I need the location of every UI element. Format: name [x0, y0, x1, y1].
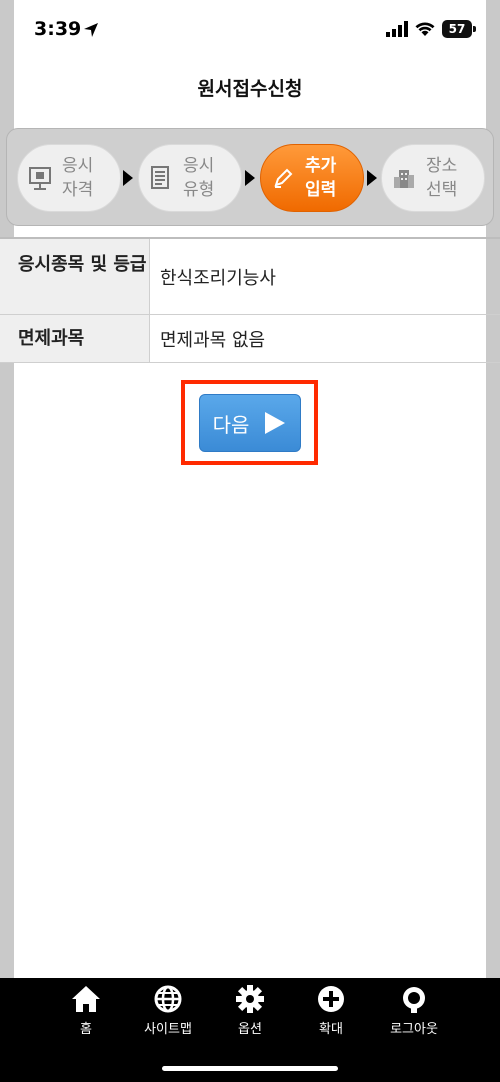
step-additional-input[interactable]: 추가 입력	[260, 144, 364, 212]
home-icon	[72, 986, 100, 1012]
next-button-label: 다음	[212, 412, 250, 437]
nav-home[interactable]: 홈	[41, 984, 131, 1037]
document-icon	[151, 166, 169, 189]
page-title: 원서접수신청	[197, 78, 303, 100]
presentation-icon	[29, 167, 51, 190]
wifi-icon	[415, 22, 435, 36]
step-label-line2: 선택	[426, 180, 458, 200]
step-progress: 응시 자격 응시 유형 추가 입력 장소 선택	[6, 128, 494, 226]
globe-icon	[154, 985, 182, 1013]
table-row: 응시종목 및 등급 한식조리기능사	[0, 239, 500, 315]
step-label-line2: 입력	[305, 180, 337, 200]
table-value-cell: 면제과목 없음	[160, 329, 266, 351]
next-button[interactable]: 다음	[199, 394, 301, 452]
table-header-cell: 면제과목	[0, 315, 150, 362]
step-label-line1: 추가	[305, 156, 337, 176]
nav-zoom[interactable]: 확대	[286, 984, 376, 1037]
nav-label: 로그아웃	[390, 1022, 438, 1037]
nav-logout[interactable]: 로그아웃	[369, 984, 459, 1037]
pencil-icon	[274, 168, 293, 188]
nav-label: 사이트맵	[144, 1022, 192, 1037]
battery-icon: 57	[442, 20, 476, 38]
nav-label: 홈	[80, 1022, 92, 1037]
table-row: 면제과목 면제과목 없음	[0, 315, 500, 363]
step-label-line1: 응시	[183, 156, 215, 176]
nav-sitemap[interactable]: 사이트맵	[123, 984, 213, 1037]
signal-icon	[386, 21, 408, 37]
status-bar: 3:39 57	[0, 0, 500, 64]
nav-label: 옵션	[238, 1022, 262, 1037]
table-value-cell: 한식조리기능사	[160, 267, 276, 289]
step-arrow-icon	[367, 170, 377, 186]
building-icon	[394, 170, 414, 188]
step-label-line2: 유형	[183, 180, 215, 200]
home-indicator[interactable]	[162, 1066, 338, 1071]
step-location[interactable]: 장소 선택	[381, 144, 485, 212]
step-arrow-icon	[123, 170, 133, 186]
nav-options[interactable]: 옵션	[205, 984, 295, 1037]
status-time: 3:39	[34, 18, 82, 40]
play-arrow-icon	[265, 412, 286, 434]
location-arrow-icon	[84, 23, 98, 37]
step-label-line1: 응시	[62, 156, 94, 176]
battery-level: 57	[442, 20, 472, 38]
table-header-cell: 응시종목 및 등급	[0, 239, 150, 314]
step-label-line1: 장소	[426, 156, 458, 176]
nav-label: 확대	[319, 1022, 343, 1037]
step-label-line2: 자격	[62, 180, 94, 200]
logout-icon	[403, 987, 425, 1013]
gear-icon	[236, 985, 264, 1013]
plus-circle-icon	[318, 986, 344, 1012]
step-arrow-icon	[245, 170, 255, 186]
step-qualification[interactable]: 응시 자격	[17, 144, 121, 212]
step-type[interactable]: 응시 유형	[138, 144, 242, 212]
